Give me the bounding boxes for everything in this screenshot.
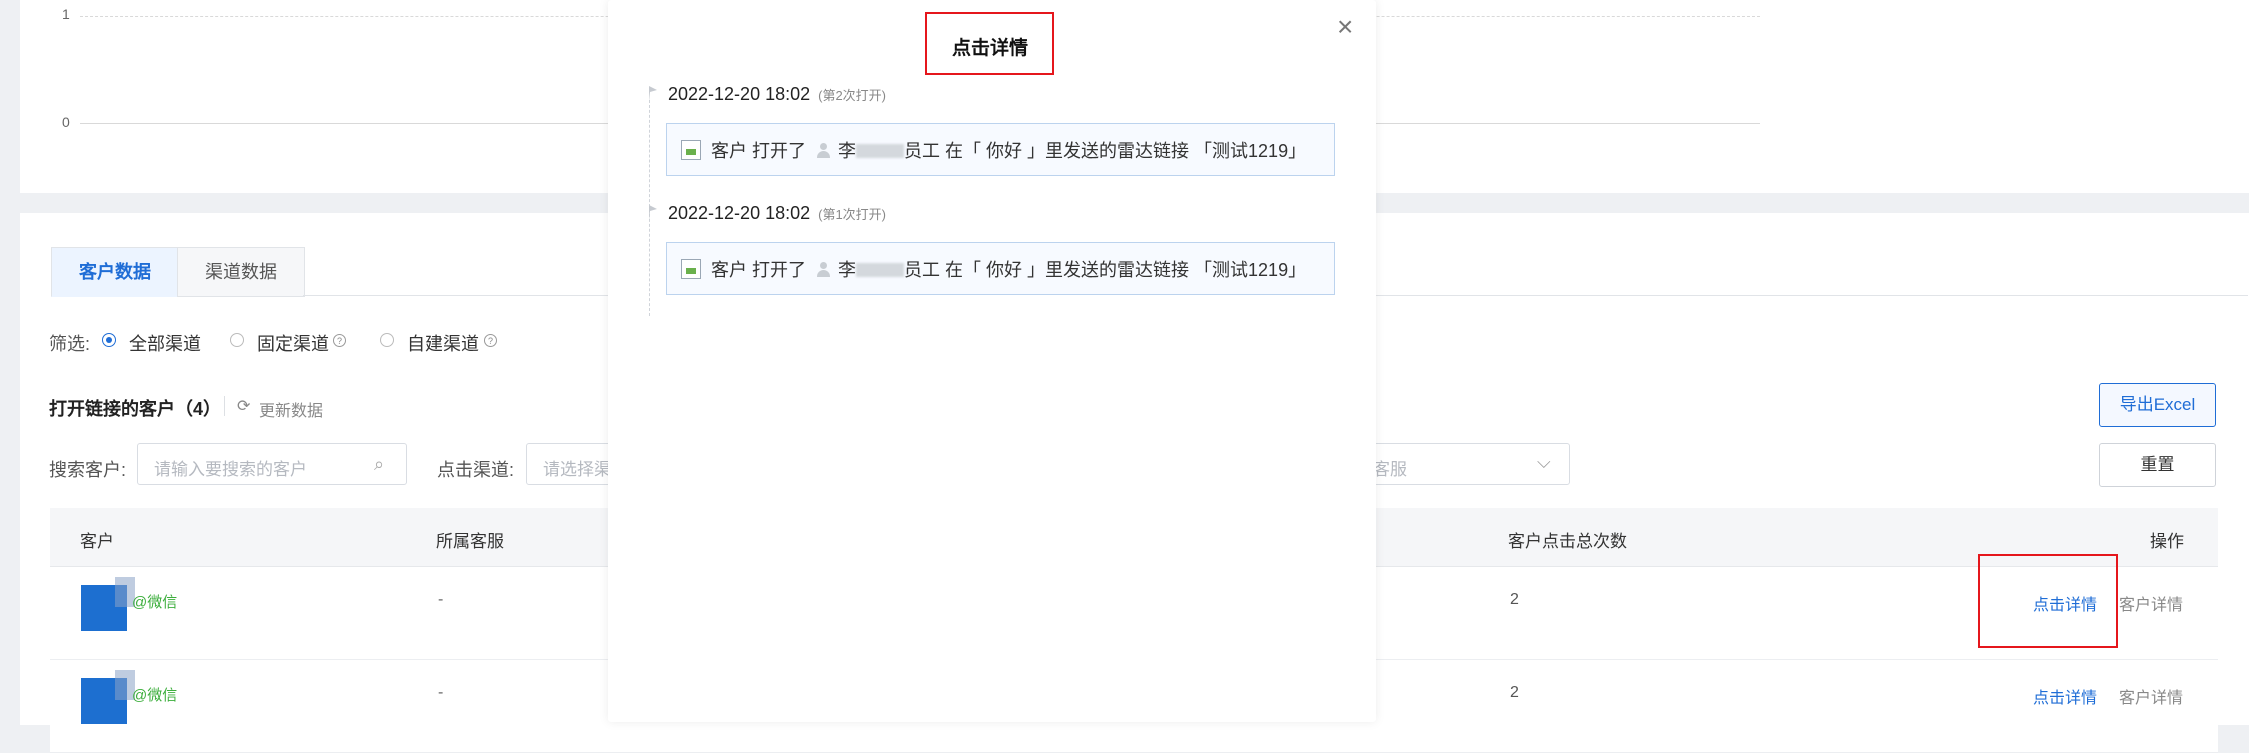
highlight-box: [1978, 554, 2118, 648]
event-prefix: 客户 打开了: [711, 141, 807, 161]
search-customer-label: 搜索客户:: [49, 460, 127, 480]
modal-title: 点击详情: [952, 38, 1029, 59]
staff-name-end: 员工: [904, 141, 941, 161]
chevron-down-icon: ⌵: [1537, 452, 1551, 472]
refresh-icon[interactable]: ⟳: [237, 396, 250, 416]
click-channel-label: 点击渠道:: [437, 460, 515, 480]
help-icon[interactable]: ?: [484, 334, 497, 347]
tab-channel-data[interactable]: 渠道数据: [177, 247, 305, 297]
reset-button[interactable]: 重置: [2099, 443, 2216, 487]
event-prefix: 客户 打开了: [711, 260, 807, 280]
column-actions: 操作: [2150, 532, 2184, 551]
radio-all-channels[interactable]: [102, 333, 116, 347]
staff-name-end: 员工: [904, 260, 941, 280]
blurred-name: [856, 144, 905, 158]
customer-detail-link[interactable]: 客户详情: [2119, 591, 2183, 615]
wechat-tag: @微信: [132, 594, 178, 611]
filter-option-all[interactable]: 全部渠道: [129, 330, 201, 356]
click-channel-placeholder: 请选择渠: [543, 460, 611, 479]
open-count: (第1次打开): [818, 207, 887, 222]
column-staff: 所属客服: [436, 532, 504, 551]
clicks-cell: 2: [1510, 684, 1519, 701]
staff-select[interactable]: 客服 ⌵: [1360, 443, 1570, 485]
event-time: 2022-12-20 18:02: [668, 203, 811, 223]
y-tick-0: 0: [62, 114, 70, 130]
user-icon: [816, 143, 831, 159]
y-tick-1: 1: [62, 6, 70, 22]
avatar: [81, 577, 135, 631]
staff-cell: -: [438, 591, 444, 608]
search-customer-placeholder: 请输入要搜索的客户: [154, 460, 307, 479]
click-detail-link[interactable]: 点击详情: [2033, 684, 2097, 708]
event-suffix: 在「 你好 」里发送的雷达链接 「测试1219」: [945, 141, 1307, 161]
refresh-data-link[interactable]: 更新数据: [259, 397, 323, 421]
help-icon[interactable]: ?: [333, 334, 346, 347]
customer-detail-link[interactable]: 客户详情: [2119, 684, 2183, 708]
section-title: 打开链接的客户（4）: [49, 399, 222, 419]
tab-customer-data[interactable]: 客户数据: [51, 247, 179, 297]
staff-placeholder: 客服: [1373, 460, 1407, 479]
user-icon: [816, 262, 831, 278]
open-count: (第2次打开): [818, 88, 887, 103]
blurred-name: [856, 263, 905, 277]
close-icon[interactable]: ×: [1337, 13, 1353, 41]
event-time-row: 2022-12-20 18:02 (第2次打开): [668, 84, 886, 105]
event-suffix: 在「 你好 」里发送的雷达链接 「测试1219」: [945, 260, 1307, 280]
search-icon: ⌕: [374, 454, 385, 474]
event-text: 客户 打开了 李 员工 在「 你好 」里发送的雷达链接 「测试1219」: [711, 256, 1306, 282]
filter-option-custom[interactable]: 自建渠道: [407, 330, 479, 356]
pin-icon: [649, 205, 657, 221]
staff-name-start: 李: [838, 141, 857, 161]
event-box: 客户 打开了 李 员工 在「 你好 」里发送的雷达链接 「测试1219」: [666, 123, 1335, 176]
column-clicks: 客户点击总次数: [1508, 532, 1627, 551]
radio-fixed-channel[interactable]: [230, 333, 244, 347]
export-excel-button[interactable]: 导出Excel: [2099, 383, 2216, 427]
avatar: [81, 670, 135, 724]
staff-name-start: 李: [838, 260, 857, 280]
event-box: 客户 打开了 李 员工 在「 你好 」里发送的雷达链接 「测试1219」: [666, 242, 1335, 295]
wechat-tag: @微信: [132, 687, 178, 704]
filter-option-fixed[interactable]: 固定渠道: [257, 330, 329, 356]
clicks-cell: 2: [1510, 591, 1519, 608]
staff-cell: -: [438, 684, 444, 701]
event-time-row: 2022-12-20 18:02 (第1次打开): [668, 203, 886, 224]
filter-label: 筛选:: [49, 334, 91, 354]
broken-image-icon: [681, 259, 701, 279]
divider: [224, 396, 225, 416]
radio-custom-channel[interactable]: [380, 333, 394, 347]
event-text: 客户 打开了 李 员工 在「 你好 」里发送的雷达链接 「测试1219」: [711, 137, 1306, 163]
click-detail-modal: 点击详情 × 2022-12-20 18:02 (第2次打开) 客户 打开了李员工…: [608, 0, 1376, 722]
pin-icon: [649, 86, 657, 102]
column-customer: 客户: [80, 532, 114, 551]
search-customer-input[interactable]: 请输入要搜索的客户 ⌕: [137, 443, 407, 485]
event-time: 2022-12-20 18:02: [668, 84, 811, 104]
broken-image-icon: [681, 140, 701, 160]
